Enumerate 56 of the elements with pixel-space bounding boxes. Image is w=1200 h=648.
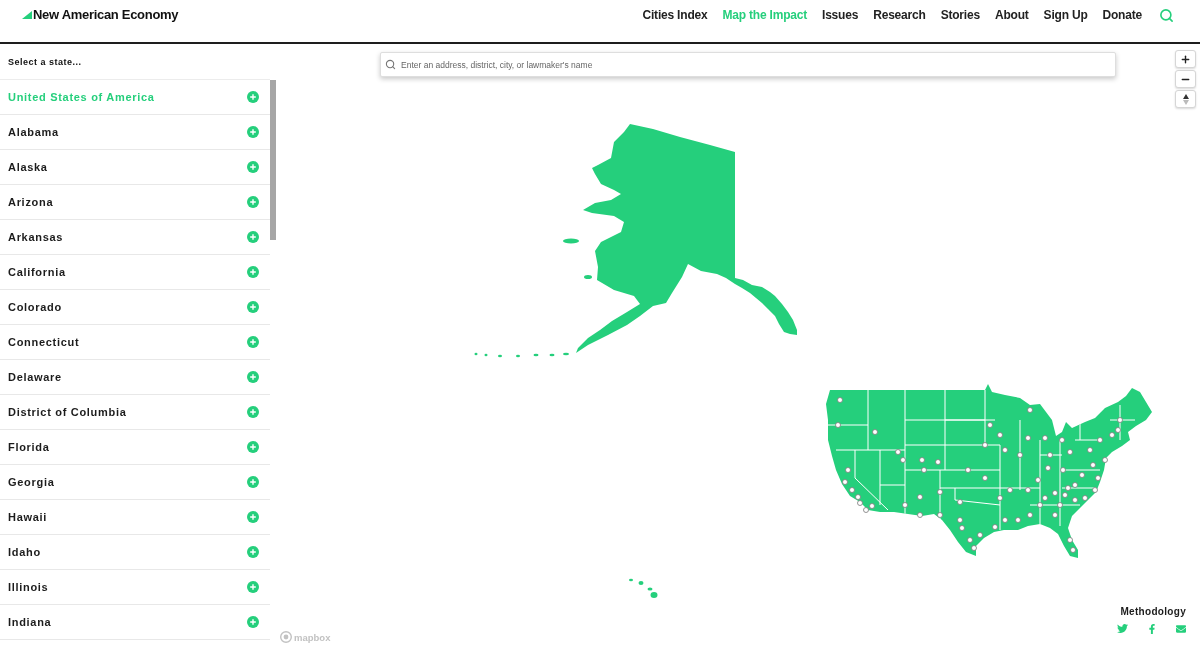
state-list-item[interactable]: Delaware	[0, 360, 270, 395]
zoom-in-button[interactable]	[1175, 50, 1196, 68]
select-prompt: Select a state...	[8, 56, 82, 67]
bird-icon[interactable]	[1117, 623, 1128, 634]
plus-circle-icon	[247, 301, 259, 313]
plus-circle-icon	[247, 406, 259, 418]
plus-circle-icon	[247, 336, 259, 348]
compass-icon	[1182, 93, 1189, 105]
state-list-item[interactable]: District of Columbia	[0, 395, 270, 430]
plus-icon	[1180, 53, 1191, 65]
nav-link[interactable]: Cities Index	[642, 7, 708, 23]
search-button[interactable]	[1159, 7, 1174, 23]
state-list-item[interactable]: Connecticut	[0, 325, 270, 360]
plus-circle-icon	[247, 161, 259, 173]
envelope-icon[interactable]	[1176, 623, 1186, 634]
state-list-item[interactable]: Alaska	[0, 150, 270, 185]
state-list-item[interactable]: Alabama	[0, 115, 270, 150]
hawaii-map	[629, 578, 658, 598]
state-list-item[interactable]: Indiana	[0, 605, 270, 640]
triangle-icon	[22, 11, 32, 19]
plus-circle-icon	[247, 616, 259, 628]
state-list-item[interactable]: Arkansas	[0, 220, 270, 255]
plus-circle-icon	[247, 91, 259, 103]
scrollbar-thumb[interactable]	[270, 80, 276, 240]
plus-circle-icon	[247, 266, 259, 278]
plus-circle-icon	[247, 231, 259, 243]
plus-circle-icon	[247, 371, 259, 383]
nav-link[interactable]: About	[994, 7, 1029, 23]
plus-circle-icon	[247, 476, 259, 488]
plus-circle-icon	[247, 581, 259, 593]
state-list-item[interactable]: Arizona	[0, 185, 270, 220]
state-list-item[interactable]: Georgia	[0, 465, 270, 500]
letter-f-icon[interactable]	[1147, 623, 1157, 634]
search-field[interactable]: Enter an address, district, city, or lawmaker's name	[380, 52, 1116, 77]
compass-button[interactable]	[1175, 90, 1196, 108]
state-list-item[interactable]: Hawaii	[0, 500, 270, 535]
nav-link[interactable]: Issues	[822, 7, 859, 23]
plus-circle-icon	[247, 126, 259, 138]
plus-circle-icon	[247, 511, 259, 523]
plus-circle-icon	[247, 546, 259, 558]
state-list-item[interactable]: Idaho	[0, 535, 270, 570]
state-list-item[interactable]: Illinois	[0, 570, 270, 605]
nav-link[interactable]: Sign Up	[1043, 7, 1088, 23]
search-icon	[385, 59, 396, 70]
plus-circle-icon	[247, 196, 259, 208]
search-icon	[1159, 7, 1174, 23]
nav-link[interactable]: Stories	[940, 7, 980, 23]
state-list-item[interactable]: Colorado	[0, 290, 270, 325]
plus-circle-icon	[247, 441, 259, 453]
logo-link[interactable]: New American Economy	[22, 7, 179, 23]
state-list-item[interactable]: California	[0, 255, 270, 290]
nav-link[interactable]: Research	[873, 7, 926, 23]
attribution-logo-icon	[280, 631, 292, 643]
methodology-link[interactable]: Methodology	[1120, 606, 1186, 617]
nav-link[interactable]: Donate	[1102, 7, 1142, 23]
state-list-item[interactable]: Florida	[0, 430, 270, 465]
